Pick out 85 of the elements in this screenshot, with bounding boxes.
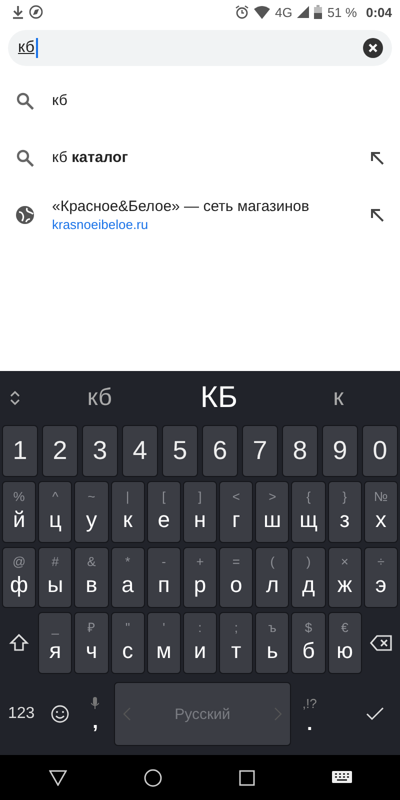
letter-key[interactable]: + р	[182, 546, 218, 608]
battery-percent: 51 %	[327, 4, 357, 20]
word-suggestion[interactable]: к	[278, 384, 398, 412]
period-key[interactable]: .	[306, 714, 312, 733]
search-icon	[16, 92, 34, 110]
word-suggestion[interactable]: кб	[40, 384, 160, 412]
suggestion-item[interactable]: кб	[0, 72, 400, 129]
symbols-key[interactable]: 123	[2, 680, 41, 748]
number-key[interactable]: 7	[242, 424, 278, 477]
letter-key[interactable]: ъ ь	[255, 612, 290, 674]
letter-key[interactable]: ^ ц	[38, 480, 72, 543]
letter-key[interactable]: } з	[328, 480, 362, 543]
chevron-left-icon	[123, 707, 132, 722]
letter-key[interactable]: ₽ ч	[74, 612, 109, 674]
letter-key[interactable]: # ы	[38, 546, 72, 608]
back-icon[interactable]	[48, 770, 66, 786]
comma-key[interactable]: ,	[92, 713, 98, 732]
word-suggestion[interactable]: КБ	[159, 380, 279, 415]
number-key[interactable]: 9	[322, 424, 358, 477]
letter-key[interactable]: : и	[182, 612, 218, 674]
letter-key[interactable]: % й	[2, 480, 36, 543]
search-text: кб	[18, 39, 35, 57]
punctuation-hint: ,!?	[302, 696, 317, 711]
signal-icon	[297, 6, 310, 18]
suggestion-item[interactable]: кб каталог	[0, 129, 400, 186]
letter-key[interactable]: ~ у	[74, 480, 109, 543]
suggestion-text: «Красное&Белое» — сеть магазинов	[52, 198, 310, 214]
number-key[interactable]: 0	[362, 424, 398, 477]
letter-key[interactable]: { щ	[291, 480, 326, 543]
number-key[interactable]: 1	[2, 424, 38, 477]
letter-key[interactable]: ÷ э	[364, 546, 398, 608]
alarm-icon	[234, 5, 249, 19]
suggestion-item[interactable]: «Красное&Белое» — сеть магазинов krasnoeibeloe.ru	[0, 186, 400, 243]
number-key[interactable]: 8	[282, 424, 318, 477]
letter-key[interactable]: ; т	[219, 612, 254, 674]
site-url: krasnoeibeloe.ru	[52, 216, 150, 232]
letter-key[interactable]: № х	[364, 480, 398, 543]
letter-key[interactable]: × ж	[328, 546, 362, 608]
clock: 0:04	[366, 4, 392, 20]
number-key[interactable]: 6	[202, 424, 238, 477]
letter-key[interactable]: ) д	[291, 546, 326, 608]
language-label: Русский	[174, 706, 230, 723]
expand-icon[interactable]	[10, 390, 20, 405]
letter-key[interactable]: @ ф	[2, 546, 36, 608]
shift-icon[interactable]	[9, 633, 30, 654]
network-type: 4G	[274, 4, 292, 20]
search-icon	[16, 148, 34, 166]
chevron-right-icon	[274, 707, 282, 722]
letter-key[interactable]: " с	[110, 612, 145, 674]
suggestion-text: кб	[52, 92, 68, 109]
emoji-icon[interactable]	[50, 705, 69, 724]
letter-key[interactable]: = о	[219, 546, 254, 608]
letter-key[interactable]: & в	[74, 546, 109, 608]
search-field[interactable]: кб	[8, 30, 392, 66]
home-icon[interactable]	[144, 768, 162, 786]
letter-key[interactable]: $ б	[291, 612, 326, 674]
letter-key[interactable]: ' м	[146, 612, 181, 674]
microphone-icon[interactable]	[91, 697, 100, 710]
letter-key[interactable]: ( л	[255, 546, 290, 608]
backspace-icon[interactable]	[370, 635, 392, 652]
globe-icon	[16, 206, 34, 224]
number-key[interactable]: 5	[162, 424, 198, 477]
letter-key[interactable]: | к	[110, 480, 145, 543]
checkmark-icon[interactable]	[366, 707, 384, 722]
clear-icon[interactable]	[363, 38, 383, 58]
wifi-icon	[254, 6, 270, 18]
letter-key[interactable]: - п	[146, 546, 181, 608]
battery-icon	[314, 5, 322, 19]
fill-arrow-icon[interactable]	[370, 150, 384, 164]
fill-arrow-icon[interactable]	[370, 208, 384, 222]
letter-key[interactable]: < г	[219, 480, 254, 543]
recents-icon[interactable]	[238, 770, 254, 786]
compass-icon	[29, 5, 43, 19]
number-key[interactable]: 2	[42, 424, 78, 477]
suggestion-text: кб каталог	[52, 149, 129, 166]
letter-key[interactable]: € ю	[328, 612, 362, 674]
number-key[interactable]: 4	[122, 424, 158, 477]
number-key[interactable]: 3	[82, 424, 118, 477]
letter-key[interactable]: > ш	[255, 480, 290, 543]
keyboard-icon[interactable]	[332, 770, 352, 784]
letter-key[interactable]: ] н	[182, 480, 218, 543]
letter-key[interactable]: [ е	[146, 480, 181, 543]
letter-key[interactable]: _ я	[38, 612, 72, 674]
letter-key[interactable]: * а	[110, 546, 145, 608]
download-icon	[12, 5, 24, 19]
